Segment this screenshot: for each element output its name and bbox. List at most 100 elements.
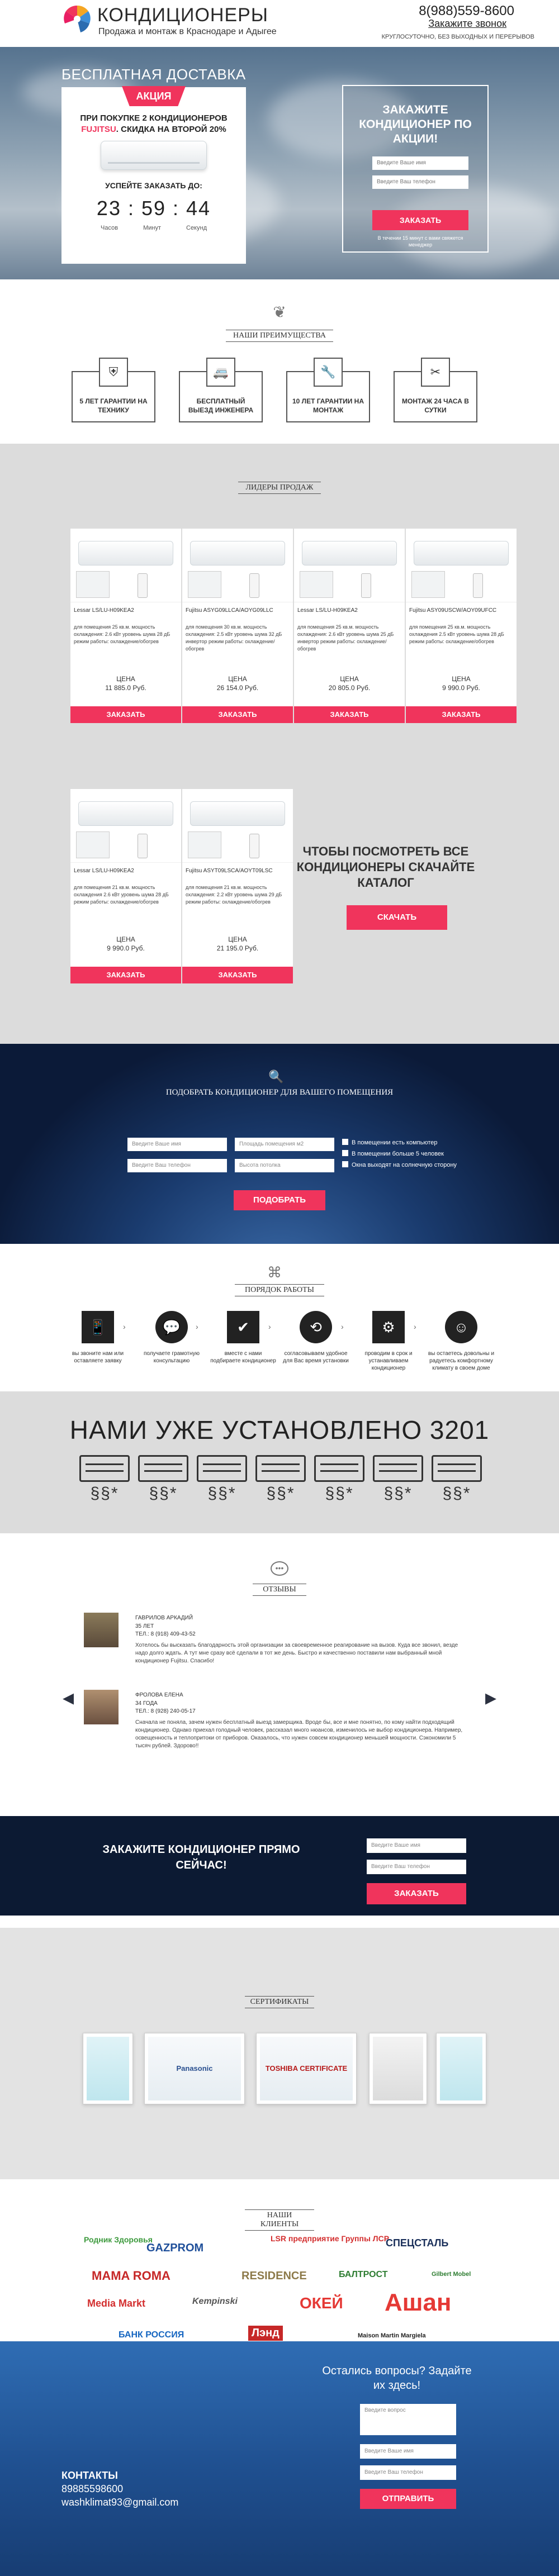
order-product-button[interactable]: ЗАКАЗАТЬ [70, 706, 181, 723]
footer-phone-input[interactable]: Введите Ваш телефон [360, 2465, 456, 2480]
phone-icon: 📱 [82, 1311, 114, 1343]
contacts-phone[interactable]: 89885598600 [61, 2482, 178, 2496]
gears-icon: ⚙ [372, 1311, 405, 1343]
advantage-text: 5 ЛЕТ ГАРАНТИИ НА ТЕХНИКУ [79, 397, 148, 414]
option-sunny[interactable]: Окна выходят на солнечную сторону [342, 1161, 457, 1168]
step-text: вы звоните нам или оставляете заявку [72, 1351, 124, 1364]
download-catalog-button[interactable]: СКАЧАТЬ [347, 905, 447, 930]
product-card: Fujitsu ASY09USCW/AOY09UFCC для помещения… [406, 529, 517, 723]
client-logo: RESIDENCE [241, 2270, 307, 2282]
review-text: Хотелось бы высказать благодарность этой… [135, 1642, 458, 1664]
next-arrow-icon[interactable]: ▸ [485, 1685, 496, 1710]
countdown-timer: 23 : 59 : 44 [96, 197, 211, 220]
order-product-button[interactable]: ЗАКАЗАТЬ [182, 967, 293, 983]
option-label: Окна выходят на солнечную сторону [352, 1162, 457, 1168]
select-phone-input[interactable]: Введите Ваш телефон [127, 1159, 227, 1172]
chevron-right-icon: › [123, 1322, 126, 1331]
product-specs: для помещения 21 кв.м. мощность охлажден… [74, 885, 169, 905]
promo-form-note: В течении 15 минут с вами свяжется менед… [377, 235, 463, 248]
airflow-icon: §§* [207, 1484, 236, 1503]
clock-icon: ⟲ [300, 1311, 332, 1343]
smile-icon: ☺ [445, 1311, 477, 1343]
phone-input[interactable]: Введите Ваш телефон [372, 175, 468, 189]
product-name: Lessar LS/LU-H09KEA2 [74, 607, 134, 614]
certificate-image[interactable] [436, 2033, 486, 2104]
client-logo: БАЛТРОСТ [339, 2270, 388, 2279]
chat-icon: 💬 [155, 1311, 188, 1343]
car-icon: 🚐 [206, 358, 235, 387]
client-logo: MAMA ROMA [92, 2269, 170, 2283]
product-image[interactable] [182, 529, 293, 602]
price-label: ЦЕНА [116, 935, 135, 943]
option-computer[interactable]: В помещении есть компьютер [342, 1139, 438, 1146]
promo-order-button[interactable]: ЗАКАЗАТЬ [372, 210, 468, 230]
landing-page: КОНДИЦИОНЕРЫ Продажа и монтаж в Краснода… [0, 0, 559, 2576]
client-logo: Лэнд [248, 2326, 283, 2341]
outdoor-unit [76, 571, 110, 598]
checkbox[interactable] [342, 1139, 348, 1145]
callback-link[interactable]: Закажите звонок [428, 18, 506, 30]
contacts-label: КОНТАКТЫ [61, 2470, 118, 2481]
order-product-button[interactable]: ЗАКАЗАТЬ [182, 706, 293, 723]
header-phone[interactable]: 8(988)559-8600 [419, 3, 514, 19]
remote-control [473, 573, 483, 598]
unit-icons [79, 1455, 482, 1482]
ac-unit-icon [79, 1455, 130, 1482]
reviewer-phone: ТЕЛ.: 8 (918) 409-43-52 [135, 1631, 196, 1637]
send-button[interactable]: ОТПРАВИТЬ [360, 2489, 456, 2509]
outdoor-unit [411, 571, 445, 598]
order-band-button[interactable]: ЗАКАЗАТЬ [367, 1883, 466, 1904]
certificate-image[interactable] [369, 2033, 427, 2104]
price-label: ЦЕНА [228, 675, 247, 683]
footer-name-input[interactable]: Введите Ваше имя [360, 2444, 456, 2459]
contacts-email[interactable]: washklimat93@gmail.com [61, 2496, 178, 2509]
remote-control [138, 834, 148, 858]
name-input[interactable]: Введите Ваше имя [372, 156, 468, 170]
product-price: 26 154.0 Руб. [216, 684, 259, 692]
promo-order-form: ЗАКАЖИТЕ КОНДИЦИОНЕР ПО АКЦИИ! Введите В… [342, 85, 489, 253]
price-label: ЦЕНА [116, 675, 135, 683]
airflow-icon: §§* [383, 1484, 413, 1503]
reviewer-age: 34 ГОДА [135, 1700, 158, 1707]
product-card: Fujitsu ASYT09LSCA/AOYT09LSC для помещени… [182, 789, 293, 983]
brand-name: КОНДИЦИОНЕРЫ [97, 4, 268, 26]
product-card: Lessar LS/LU-H09KEA2 для помещения 25 кв.… [294, 529, 405, 723]
checkbox[interactable] [342, 1150, 348, 1156]
product-image[interactable] [182, 789, 293, 863]
certificate-image[interactable] [83, 2033, 133, 2104]
select-button[interactable]: ПОДОБРАТЬ [234, 1190, 325, 1210]
advantage-card: ⛨ 5 ЛЕТ ГАРАНТИИ НА ТЕХНИКУ [72, 358, 155, 422]
product-image[interactable] [70, 789, 181, 863]
client-logo: Kempinski [192, 2297, 238, 2306]
prev-arrow-icon[interactable]: ◂ [63, 1685, 74, 1710]
product-image[interactable] [70, 529, 181, 602]
option-people[interactable]: В помещении больше 5 человек [342, 1150, 444, 1157]
order-product-button[interactable]: ЗАКАЗАТЬ [294, 706, 405, 723]
product-name: Lessar LS/LU-H09KEA2 [74, 868, 134, 874]
client-logo: Media Markt [87, 2298, 146, 2309]
chevron-right-icon: › [341, 1322, 344, 1331]
certificate-image[interactable]: TOSHIBA CERTIFICATE [256, 2033, 357, 2104]
footer-question-title: Остались вопросы? Задайте их здесь! [322, 2365, 472, 2392]
order-name-input[interactable]: Введите Ваше имя [367, 1838, 466, 1853]
step-text: проводим в срок и устанавливаем кондицио… [364, 1351, 413, 1371]
order-product-button[interactable]: ЗАКАЗАТЬ [70, 967, 181, 983]
product-specs: для помещения 25 кв.м. мощность охлажден… [409, 624, 504, 644]
certificate-label: Panasonic [148, 2037, 241, 2100]
hero-section: БЕСПЛАТНАЯ ДОСТАВКА АКЦИЯ ПРИ ПОКУПКЕ 2 … [0, 47, 559, 279]
price-label: ЦЕНА [340, 675, 359, 683]
question-textarea[interactable]: Введите вопрос [360, 2404, 456, 2435]
select-area-input[interactable]: Площадь помещения м2 [235, 1138, 334, 1151]
airflow-icon: §§* [149, 1484, 178, 1503]
select-name-input[interactable]: Введите Ваше имя [127, 1138, 227, 1151]
product-image[interactable] [294, 529, 405, 602]
order-phone-input[interactable]: Введите Ваш телефон [367, 1860, 466, 1874]
leaders-heading: ЛИДЕРЫ ПРОДАЖ [238, 482, 321, 494]
product-name: Fujitsu ASY09USCW/AOY09UFCC [409, 607, 497, 614]
checkbox[interactable] [342, 1161, 348, 1167]
select-height-input[interactable]: Высота потолка [235, 1159, 334, 1172]
promo-card: АКЦИЯ ПРИ ПОКУПКЕ 2 КОНДИЦИОНЕРОВ FUJITS… [61, 86, 246, 264]
certificate-image[interactable]: Panasonic [144, 2033, 245, 2104]
product-image[interactable] [406, 529, 517, 602]
order-product-button[interactable]: ЗАКАЗАТЬ [406, 706, 517, 723]
